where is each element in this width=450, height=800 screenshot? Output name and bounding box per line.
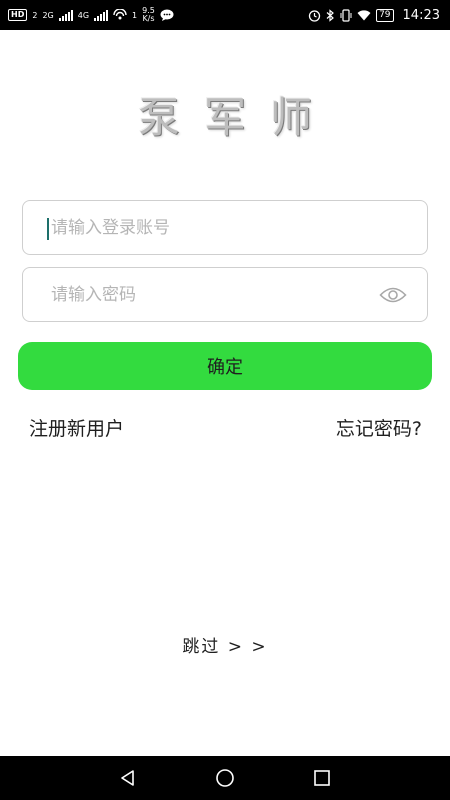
password-field[interactable] — [22, 267, 428, 322]
register-link[interactable]: 注册新用户 — [29, 414, 124, 441]
message-icon — [160, 9, 174, 21]
text-caret — [47, 218, 49, 240]
account-field[interactable] — [22, 200, 428, 255]
forgot-password-link[interactable]: 忘记密码? — [336, 414, 422, 441]
hd-badge: HD — [8, 9, 28, 21]
home-icon[interactable] — [213, 766, 237, 790]
network-2g-label: 2G — [42, 10, 54, 20]
recents-icon[interactable] — [310, 766, 334, 790]
status-bar-left: HD 2 2G 4G 1 9.5 K/s — [8, 7, 174, 23]
app-title: 泵军师 — [137, 93, 336, 142]
alarm-icon — [308, 9, 321, 22]
vibrate-icon — [340, 8, 352, 22]
sim1-label: 2 — [32, 10, 38, 20]
hotspot-icon — [113, 9, 127, 20]
bluetooth-icon — [326, 8, 334, 22]
confirm-button[interactable]: 确定 — [18, 342, 432, 390]
network-4g-label: 4G — [77, 10, 90, 20]
hotspot-count: 1 — [132, 10, 138, 20]
clock: 14:23 — [402, 7, 440, 23]
battery-indicator: 79 — [376, 8, 394, 22]
account-input[interactable] — [23, 201, 427, 254]
login-screen: HD 2 2G 4G 1 9.5 K/s 79 14:23 泵军师 请输入登录账… — [0, 0, 450, 800]
signal-icon — [58, 9, 73, 21]
speed-unit: K/s — [142, 14, 155, 23]
eye-icon[interactable] — [379, 283, 407, 307]
navigation-bar — [0, 756, 450, 800]
status-bar-right: 79 14:23 — [308, 8, 440, 23]
network-speed: 9.5 K/s — [142, 7, 155, 23]
status-bar: HD 2 2G 4G 1 9.5 K/s 79 14:23 — [0, 0, 450, 30]
skip-link[interactable]: 跳过 > > — [0, 632, 450, 657]
wifi-icon — [357, 9, 371, 20]
signal-icon-2 — [94, 9, 109, 21]
password-input[interactable] — [23, 268, 427, 321]
back-icon[interactable] — [116, 766, 140, 790]
